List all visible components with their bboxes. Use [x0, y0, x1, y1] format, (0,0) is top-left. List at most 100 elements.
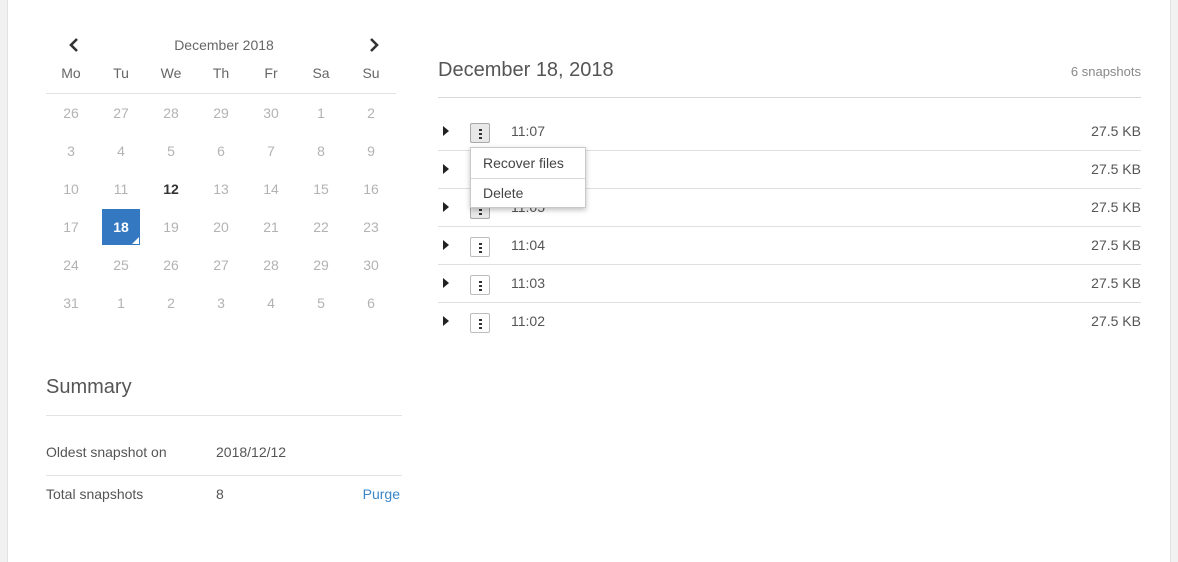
calendar-day[interactable]: 26	[46, 94, 96, 132]
calendar-day[interactable]: 30	[246, 94, 296, 132]
calendar-day[interactable]: 6	[196, 132, 246, 170]
expand-triangle-icon[interactable]	[443, 316, 449, 326]
calendar-day[interactable]: 2	[346, 94, 396, 132]
snapshot-time: 11:03	[511, 275, 545, 291]
oldest-snapshot-value: 2018/12/12	[216, 444, 287, 460]
snapshot-count: 6 snapshots	[1070, 64, 1141, 79]
calendar-day[interactable]: 15	[296, 170, 346, 208]
snapshot-row: 11:02 27.5 KB	[438, 303, 1141, 341]
calendar-day[interactable]: 8	[296, 132, 346, 170]
summary-panel: Summary Oldest snapshot on 2018/12/12 To…	[46, 376, 402, 513]
calendar: December 2018 Mo Tu We Th Fr Sa Su 26 27 28 29 30 1 2…	[46, 34, 402, 322]
weekday-header: Sa	[296, 60, 346, 94]
calendar-day[interactable]: 17	[46, 208, 96, 246]
vertical-dots-icon	[479, 129, 482, 139]
expand-triangle-icon[interactable]	[443, 202, 449, 212]
weekday-header: Tu	[96, 60, 146, 94]
chevron-right-icon	[370, 38, 379, 52]
calendar-day[interactable]: 3	[196, 284, 246, 322]
calendar-day[interactable]: 21	[246, 208, 296, 246]
delete-menu-item[interactable]: Delete	[471, 178, 585, 207]
snapshot-size: 27.5 KB	[1091, 161, 1141, 177]
selected-corner-icon	[132, 237, 139, 244]
expand-triangle-icon[interactable]	[443, 164, 449, 174]
oldest-snapshot-row: Oldest snapshot on 2018/12/12	[46, 436, 402, 476]
calendar-day[interactable]: 20	[196, 208, 246, 246]
calendar-day[interactable]: 13	[196, 170, 246, 208]
calendar-day[interactable]: 2	[146, 284, 196, 322]
calendar-day[interactable]: 11	[96, 170, 146, 208]
right-border	[1170, 0, 1178, 562]
snapshot-size: 27.5 KB	[1091, 313, 1141, 329]
calendar-day[interactable]: 5	[146, 132, 196, 170]
calendar-day[interactable]: 14	[246, 170, 296, 208]
calendar-day[interactable]: 3	[46, 132, 96, 170]
calendar-day[interactable]: 1	[96, 284, 146, 322]
calendar-month-title: December 2018	[174, 37, 274, 53]
calendar-day[interactable]: 29	[296, 246, 346, 284]
calendar-day[interactable]: 1	[296, 94, 346, 132]
oldest-snapshot-label: Oldest snapshot on	[46, 444, 167, 460]
snapshot-menu-button[interactable]	[470, 123, 490, 143]
snapshot-size: 27.5 KB	[1091, 275, 1141, 291]
calendar-day[interactable]: 5	[296, 284, 346, 322]
left-border	[0, 0, 8, 562]
calendar-day[interactable]: 24	[46, 246, 96, 284]
calendar-day[interactable]: 10	[46, 170, 96, 208]
vertical-dots-icon	[479, 281, 482, 291]
purge-link[interactable]: Purge	[363, 486, 400, 502]
total-snapshots-label: Total snapshots	[46, 486, 144, 502]
snapshot-row: 11:04 27.5 KB	[438, 227, 1141, 265]
calendar-day[interactable]: 22	[296, 208, 346, 246]
snapshot-size: 27.5 KB	[1091, 237, 1141, 253]
snapshot-time: 11:07	[511, 123, 545, 139]
weekday-header: We	[146, 60, 196, 94]
snapshot-context-menu: Recover files Delete	[470, 147, 586, 208]
calendar-day-selected[interactable]: 18	[96, 208, 146, 246]
calendar-day[interactable]: 4	[246, 284, 296, 322]
vertical-dots-icon	[479, 319, 482, 329]
weekday-header: Th	[196, 60, 246, 94]
calendar-day[interactable]: 4	[96, 132, 146, 170]
calendar-day[interactable]: 28	[146, 94, 196, 132]
next-month-button[interactable]	[364, 34, 384, 56]
calendar-day[interactable]: 29	[196, 94, 246, 132]
snapshot-row: 11:03 27.5 KB	[438, 265, 1141, 303]
calendar-day[interactable]: 6	[346, 284, 396, 322]
expand-triangle-icon[interactable]	[443, 126, 449, 136]
snapshot-menu-button[interactable]	[470, 313, 490, 333]
snapshot-date-title: December 18, 2018	[438, 59, 614, 81]
calendar-day[interactable]: 7	[246, 132, 296, 170]
calendar-day[interactable]: 27	[96, 94, 146, 132]
snapshot-time: 11:02	[511, 313, 545, 329]
expand-triangle-icon[interactable]	[443, 240, 449, 250]
snapshot-size: 27.5 KB	[1091, 123, 1141, 139]
calendar-day[interactable]: 31	[46, 284, 96, 322]
total-snapshots-row: Total snapshots 8 Purge	[46, 476, 402, 513]
calendar-day-label: 18	[113, 219, 129, 235]
recover-files-menu-item[interactable]: Recover files	[471, 148, 585, 178]
calendar-day[interactable]: 28	[246, 246, 296, 284]
calendar-day[interactable]: 16	[346, 170, 396, 208]
snapshot-time: 11:04	[511, 237, 545, 253]
calendar-day[interactable]: 26	[146, 246, 196, 284]
calendar-day[interactable]: 27	[196, 246, 246, 284]
weekday-header: Su	[346, 60, 396, 94]
calendar-day[interactable]: 25	[96, 246, 146, 284]
calendar-day[interactable]: 30	[346, 246, 396, 284]
snapshot-header: December 18, 2018 6 snapshots	[438, 56, 1141, 98]
calendar-day[interactable]: 19	[146, 208, 196, 246]
calendar-grid: Mo Tu We Th Fr Sa Su 26 27 28 29 30 1 2 3 4 5 6 7 8 9 10 11 12 1…	[46, 60, 402, 322]
calendar-day[interactable]: 9	[346, 132, 396, 170]
snapshot-row: 11:07 27.5 KB	[438, 113, 1141, 151]
calendar-header: December 2018	[46, 34, 402, 60]
snapshot-size: 27.5 KB	[1091, 199, 1141, 215]
vertical-dots-icon	[479, 243, 482, 253]
weekday-header: Mo	[46, 60, 96, 94]
weekday-header: Fr	[246, 60, 296, 94]
expand-triangle-icon[interactable]	[443, 278, 449, 288]
snapshot-menu-button[interactable]	[470, 275, 490, 295]
snapshot-menu-button[interactable]	[470, 237, 490, 257]
calendar-day[interactable]: 12	[146, 170, 196, 208]
calendar-day[interactable]: 23	[346, 208, 396, 246]
